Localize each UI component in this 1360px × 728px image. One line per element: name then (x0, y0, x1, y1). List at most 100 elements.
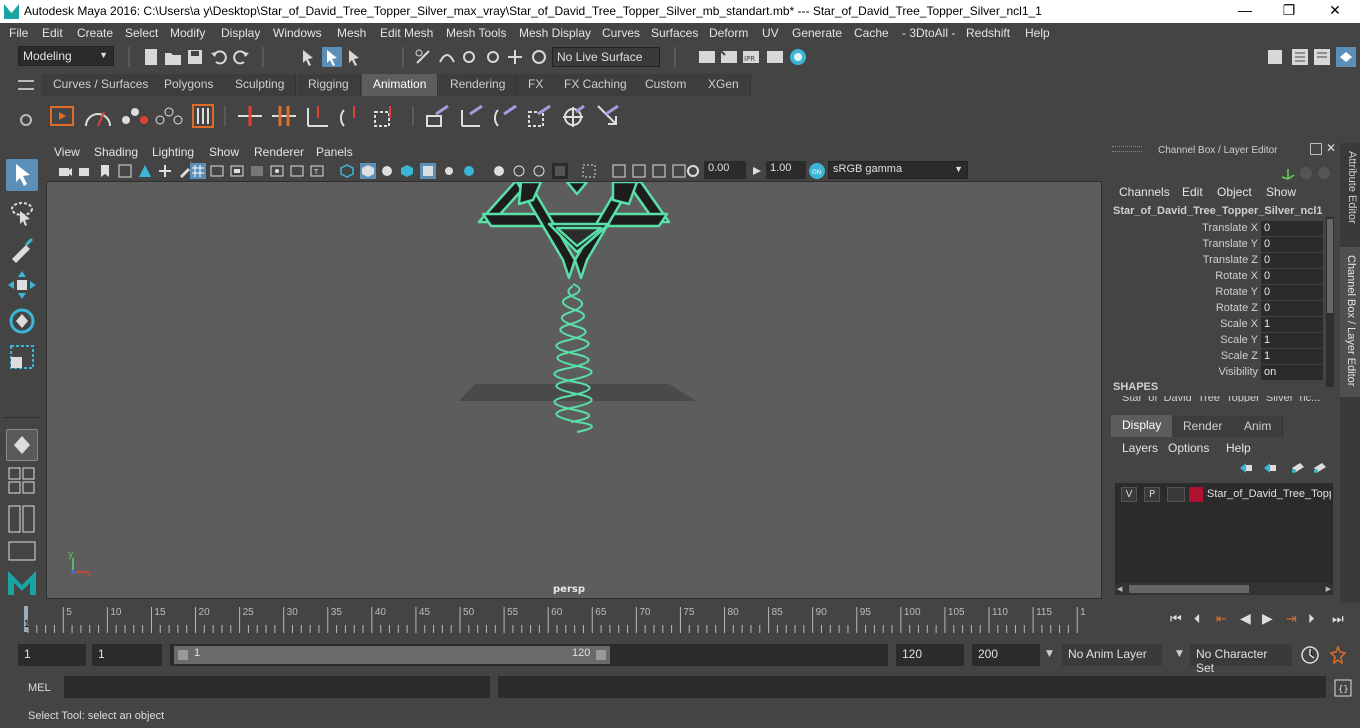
snap-grid-icon[interactable] (414, 48, 432, 66)
animation-preferences-icon[interactable] (1328, 645, 1348, 665)
menu-mesh[interactable]: Mesh (337, 26, 366, 40)
view-transform-dropdown[interactable]: sRGB gamma ▼ (828, 161, 968, 179)
paint-select-tool-button[interactable] (6, 233, 38, 265)
menu-redshift[interactable]: Redshift (966, 26, 1010, 40)
color-management-icon[interactable]: ON (808, 162, 826, 180)
gate-mask-icon[interactable] (250, 164, 264, 178)
channel-box-layer-editor-tab[interactable]: Channel Box / Layer Editor (1340, 247, 1360, 397)
select-tool-button[interactable] (6, 159, 38, 191)
rotate-tool-button[interactable] (6, 305, 38, 337)
move-layer-up-icon[interactable] (1238, 461, 1254, 475)
tab-rendering[interactable]: Rendering (439, 74, 518, 96)
constraint-orient-icon[interactable] (492, 102, 520, 130)
constraint-parent-icon[interactable] (424, 102, 452, 130)
grid-icon[interactable] (190, 163, 206, 179)
toggle-channel-box-icon[interactable] (1336, 47, 1356, 67)
menu-surfaces[interactable]: Surfaces (651, 26, 698, 40)
redo-icon[interactable] (232, 48, 250, 66)
layer-tab-display[interactable]: Display (1111, 415, 1174, 437)
range-slider[interactable]: 1 120 (170, 644, 888, 666)
viewport-menu-show[interactable]: Show (209, 145, 239, 159)
resolution-gate-icon[interactable] (230, 164, 244, 178)
attr-field-rotate-z[interactable]: 0 (1261, 301, 1323, 316)
attr-field-rotate-y[interactable]: 0 (1261, 285, 1323, 300)
select-component-icon[interactable] (346, 48, 364, 66)
tab-animation[interactable]: Animation (362, 74, 439, 96)
rotate-key-icon[interactable] (338, 102, 366, 130)
camera-attributes-icon[interactable] (78, 164, 92, 178)
safe-title-icon[interactable]: T (310, 164, 324, 178)
layer-menu-options[interactable]: Options (1168, 441, 1209, 455)
command-input[interactable] (64, 676, 490, 698)
channel-menu-edit[interactable]: Edit (1182, 185, 1203, 199)
attr-field-scale-x[interactable]: 1 (1261, 317, 1323, 332)
range-slider-start-grip[interactable] (178, 650, 188, 660)
toggle-attribute-editor-icon[interactable] (1290, 47, 1310, 67)
menu-cache[interactable]: Cache (854, 26, 889, 40)
menu-windows[interactable]: Windows (273, 26, 322, 40)
gamma-field[interactable]: 1.00 (766, 161, 806, 179)
screen-space-ao-icon[interactable] (492, 164, 506, 178)
layout-side-by-side-button[interactable] (8, 505, 36, 533)
attr-field-visibility[interactable]: on (1261, 365, 1323, 380)
constraint-scale-icon[interactable] (526, 102, 554, 130)
script-language-toggle[interactable]: MEL (28, 682, 51, 694)
layer-horizontal-scrollbar[interactable]: ◀ ▶ (1115, 583, 1333, 595)
character-set-dropdown[interactable]: No Character Set (1190, 644, 1292, 675)
step-forward-frame-icon[interactable]: ⏵ (1308, 612, 1315, 627)
channel-scrollbar[interactable] (1326, 217, 1334, 387)
animation-end-field[interactable]: 200 (972, 644, 1040, 666)
set-key-icon[interactable] (236, 104, 264, 128)
tab-fx-caching[interactable]: FX Caching (553, 74, 639, 96)
channel-menu-show[interactable]: Show (1266, 185, 1296, 199)
image-plane-icon[interactable] (118, 164, 132, 178)
channel-menu-channels[interactable]: Channels (1119, 185, 1170, 199)
move-tool-button[interactable] (6, 269, 38, 301)
minimize-button[interactable]: — (1222, 2, 1268, 22)
tab-custom[interactable]: Custom (634, 74, 699, 96)
anim-layer-dropdown[interactable]: No Anim Layer (1062, 644, 1162, 666)
menu-uv[interactable]: UV (762, 26, 779, 40)
close-button[interactable]: ✕ (1312, 2, 1358, 22)
shadows-icon[interactable] (462, 164, 476, 178)
menu-mesh-tools[interactable]: Mesh Tools (446, 26, 506, 40)
maya-home-icon[interactable] (6, 567, 38, 597)
attr-field-translate-y[interactable]: 0 (1261, 237, 1323, 252)
tab-sculpting[interactable]: Sculpting (224, 74, 297, 96)
tab-rigging[interactable]: Rigging (297, 74, 361, 96)
scale-tool-button[interactable] (6, 341, 38, 373)
mode-selector[interactable]: Modeling ▼ (18, 46, 114, 66)
translate-key-icon[interactable] (304, 102, 332, 130)
new-scene-icon[interactable] (142, 48, 160, 66)
layer-color-swatch[interactable] (1189, 487, 1203, 502)
playblast-icon[interactable] (50, 104, 74, 128)
object-name[interactable]: Star_of_David_Tree_Topper_Silver_ncl1_1 (1113, 205, 1323, 217)
scale-key-icon[interactable] (372, 102, 400, 130)
wireframe-on-shaded-icon[interactable] (400, 164, 414, 178)
range-slider-handle[interactable]: 1 120 (174, 646, 610, 664)
menu-deform[interactable]: Deform (709, 26, 748, 40)
create-empty-layer-icon[interactable] (1290, 461, 1306, 475)
hypershade-icon[interactable] (788, 47, 808, 67)
exposure-field[interactable]: 0.00 (704, 161, 746, 179)
layer-tab-render[interactable]: Render (1172, 416, 1235, 437)
field-chart-icon[interactable] (270, 164, 284, 178)
menu-curves[interactable]: Curves (602, 26, 640, 40)
depth-of-field-icon[interactable] (552, 163, 568, 179)
panel-grip[interactable] (1112, 146, 1142, 152)
menu-modify[interactable]: Modify (170, 26, 205, 40)
live-surface-field[interactable]: No Live Surface (552, 47, 660, 67)
menu-edit[interactable]: Edit (42, 26, 63, 40)
film-gate-icon[interactable] (210, 164, 224, 178)
layer-tab-anim[interactable]: Anim (1233, 416, 1284, 437)
play-backwards-icon[interactable]: ◀ (1240, 611, 1251, 627)
anim-layer-chevron-icon[interactable]: ▼ (1046, 649, 1053, 659)
render-view-icon[interactable] (698, 48, 716, 66)
render-frame-icon[interactable] (720, 48, 738, 66)
menu-help[interactable]: Help (1025, 26, 1050, 40)
viewport-menu-panels[interactable]: Panels (316, 145, 353, 159)
tab-curves-surfaces[interactable]: Curves / Surfaces (42, 74, 161, 96)
range-slider-end-grip[interactable] (596, 650, 606, 660)
float-panel-icon[interactable] (1310, 143, 1322, 155)
attr-field-translate-z[interactable]: 0 (1261, 253, 1323, 268)
